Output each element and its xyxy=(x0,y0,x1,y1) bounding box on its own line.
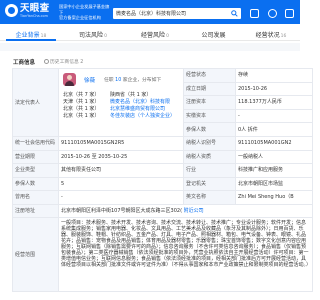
logo-subtitle: TianYanCha.com xyxy=(20,13,48,18)
distribution-company[interactable]: 冬佳灰装店（个人独资企业） xyxy=(110,113,175,119)
registration-authority-label: 登记机关 xyxy=(183,176,236,191)
credit-code-value: 91110105MA0015GN2R5 xyxy=(58,136,184,151)
english-name-value: Zhi Mei Sheng Huo（B xyxy=(235,190,313,205)
distribution-item: 北京（共 7 家） xyxy=(63,91,100,98)
tab-count: 18 xyxy=(40,34,47,39)
top-header: 天眼查 TianYanCha.com 国家中小企业发展子基金旗下 官方备案企业征… xyxy=(0,0,300,24)
history-info-link[interactable]: 历史工商信息 2 xyxy=(44,58,83,65)
insured-count-label: 参保人数 xyxy=(183,122,236,137)
insured-persons-label: 参保人数 xyxy=(12,176,59,191)
insured-count-value: 0人 拆件 xyxy=(235,122,313,137)
table-row: 企业类型 其他有限责任公司 行业 科技推广和应用服务 xyxy=(12,163,313,178)
avatar xyxy=(63,72,76,86)
table-row: 曾用名 - 英文名称 Zhi Mei Sheng Huo（B xyxy=(12,190,313,205)
section-title: 工商信息 xyxy=(13,60,36,66)
slogan-line: 国家中小企业发展子基金旗下 xyxy=(59,4,110,15)
address-cell: 北京市朝阳区利泽中街107号朝阳区大成东路三区302( 附近公司 xyxy=(58,203,313,218)
taxpayer-id-label: 纳税人识别号 xyxy=(183,136,236,151)
logo-title: 天眼查 xyxy=(20,3,50,14)
distribution-company[interactable]: 北京慧维盛商贸有限公司 xyxy=(110,106,165,112)
english-name-label: 英文名称 xyxy=(183,190,236,205)
founded-date-label: 成立日期 xyxy=(183,81,236,97)
address-label: 注册地址 xyxy=(12,203,59,218)
former-name-label: 曾用名 xyxy=(12,190,59,205)
business-scope-value: 一般项目：技术服务、技术开发、技术咨询、技术交流、技术转让、技术推广；专业设计服… xyxy=(58,217,313,292)
tab-label: 经营风险 xyxy=(141,32,166,39)
tab-label: 司法风险 xyxy=(79,32,104,39)
company-type-label: 企业类型 xyxy=(12,163,59,178)
taxpayer-qualification-label: 纳税人资质 xyxy=(183,149,236,164)
distribution-item: 天津（共 1 家） xyxy=(63,98,100,105)
tab-company-background[interactable]: 企业背景18 xyxy=(0,26,62,41)
site-logo[interactable]: 天眼查 TianYanCha.com xyxy=(5,4,49,18)
paid-capital-value: - xyxy=(235,108,313,124)
history-label: 历史工商信息 2 xyxy=(50,60,84,65)
distribution-company[interactable]: 微麦名品（北京）科技有限 xyxy=(110,99,170,105)
business-status-label: 经营状态 xyxy=(183,68,236,83)
insured-persons-value: 5 xyxy=(58,176,184,191)
company-type-value: 其他有限责任公司 xyxy=(58,163,184,178)
address-value: 北京市朝阳区利泽中街107号朝阳区大成东路三区302( xyxy=(61,207,183,214)
industry-label: 行业 xyxy=(183,163,236,178)
legal-rep-link-prefix: 任职 xyxy=(104,77,114,83)
business-status-value: 存续 xyxy=(235,68,313,83)
registration-authority-value: 北京市朝阳区市场监 xyxy=(235,176,313,191)
table-row: 法定代表人 徐薇 任职 10 家企业，分布如下 北京（共 7 家） 陕西省（共 1… xyxy=(12,68,313,137)
history-icon xyxy=(44,59,49,64)
legal-rep-company-count: 10 xyxy=(115,77,122,83)
paid-capital-label: 实缴资本 xyxy=(183,108,236,124)
industry-value: 科技推广和应用服务 xyxy=(235,163,313,178)
business-scope-label: 经营范围 xyxy=(12,217,59,292)
credit-code-label: 统一社会信用代码 xyxy=(12,136,59,151)
nearby-companies-link[interactable]: 附近公司 xyxy=(184,208,204,214)
registered-capital-label: 注册资本 xyxy=(183,95,236,110)
legal-rep-companies-link[interactable]: 任职 10 家企业，分布如下 xyxy=(104,78,161,84)
distribution-item: 陕西省（共 1 家） xyxy=(110,91,152,98)
search-button[interactable] xyxy=(228,8,241,19)
app-icon[interactable] xyxy=(285,9,294,18)
tab-label: 经营状况 xyxy=(255,32,280,39)
search-input[interactable] xyxy=(113,8,225,19)
table-row: 经营范围 一般项目：技术服务、技术开发、技术咨询、技术交流、技术转让、技术推广；… xyxy=(12,217,313,292)
tab-bar: 企业背景18 司法风险0 经营风险0 公司发展 经营状况16 xyxy=(0,26,300,41)
business-term-label: 营业期限 xyxy=(12,149,59,164)
tab-legal-risk[interactable]: 司法风险0 xyxy=(62,26,124,40)
message-icon[interactable] xyxy=(250,9,259,18)
section-divider xyxy=(0,43,300,51)
table-row: 营业期限 2015-10-26 至 2035-10-25 纳税人资质 一般纳税人 xyxy=(12,149,313,164)
legal-rep-distribution: 北京（共 7 家） 陕西省（共 1 家） 天津（共 1 家） 微麦名品（北京）科技有… xyxy=(63,92,175,120)
user-icon[interactable] xyxy=(268,9,277,18)
tab-count: 0 xyxy=(166,34,169,39)
legal-rep-name[interactable]: 徐薇 xyxy=(84,78,95,84)
slogan-line: 官方备案企业征信机构 xyxy=(59,15,101,21)
tab-business-risk[interactable]: 经营风险0 xyxy=(124,26,186,40)
distribution-item: 北京（共 1 家） xyxy=(63,112,100,119)
tab-operating-status[interactable]: 经营状况16 xyxy=(242,26,300,40)
search-icon xyxy=(231,10,238,17)
business-term-value: 2015-10-26 至 2035-10-25 xyxy=(58,149,184,164)
distribution-item: 北京（共 1 家） xyxy=(63,105,100,112)
table-row: 统一社会信用代码 91110105MA0015GN2R5 纳税人识别号 9111… xyxy=(12,136,313,151)
eye-logo-icon xyxy=(5,4,18,18)
legal-rep-cell: 徐薇 任职 10 家企业，分布如下 北京（共 7 家） 陕西省（共 1 家） 天津… xyxy=(58,68,184,137)
former-name-value: - xyxy=(58,190,184,205)
tab-label: 企业背景 xyxy=(15,32,40,39)
header-slogan: 国家中小企业发展子基金旗下 官方备案企业征信机构 xyxy=(59,4,113,21)
tab-company-development[interactable]: 公司发展 xyxy=(186,26,242,40)
tab-count: 0 xyxy=(104,34,107,39)
business-info-table: 法定代表人 徐薇 任职 10 家企业，分布如下 北京（共 7 家） 陕西省（共 1… xyxy=(12,68,313,292)
legal-rep-label: 法定代表人 xyxy=(12,68,59,137)
tab-label: 公司发展 xyxy=(201,32,226,39)
taxpayer-id-value: 91110105MA001GN2 xyxy=(235,136,313,151)
search-box xyxy=(113,8,241,19)
registered-capital-value: 118.1377万人民币 xyxy=(235,95,313,110)
table-row: 参保人数 5 登记机关 北京市朝阳区市场监 xyxy=(12,176,313,191)
tab-count: 16 xyxy=(280,34,287,39)
founded-date-value: 2015-10-26 xyxy=(235,81,313,97)
table-row: 注册地址 北京市朝阳区利泽中街107号朝阳区大成东路三区302( 附近公司 xyxy=(12,203,313,218)
taxpayer-qualification-value: 一般纳税人 xyxy=(235,149,313,164)
legal-rep-link-suffix: 家企业，分布如下 xyxy=(122,77,162,83)
